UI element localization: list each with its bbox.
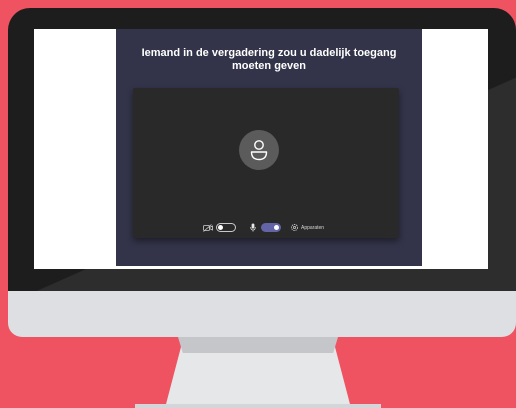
monitor-base: [135, 404, 381, 408]
microphone-toggle[interactable]: [261, 223, 281, 232]
monitor-screen: Iemand in de vergadering zou u dadelijk …: [34, 29, 488, 269]
mic-icon[interactable]: [250, 223, 256, 232]
camera-off-icon[interactable]: [203, 224, 213, 232]
monitor-bezel: Iemand in de vergadering zou u dadelijk …: [8, 8, 516, 291]
avatar: [239, 130, 279, 170]
devices-button[interactable]: Apparaten: [301, 224, 324, 232]
monitor-chin: [8, 291, 516, 337]
meeting-prejoin-window: Iemand in de vergadering zou u dadelijk …: [116, 29, 422, 266]
lobby-message: Iemand in de vergadering zou u dadelijk …: [141, 47, 397, 72]
device-controls: Apparaten: [133, 221, 399, 235]
video-preview: Apparaten: [133, 88, 399, 238]
microphone-toggle-knob: [274, 225, 279, 230]
monitor-stand-shadow: [178, 337, 338, 353]
camera-toggle-knob: [218, 225, 223, 230]
gear-icon[interactable]: [290, 223, 299, 232]
camera-toggle[interactable]: [216, 223, 236, 232]
person-icon: [250, 140, 268, 161]
